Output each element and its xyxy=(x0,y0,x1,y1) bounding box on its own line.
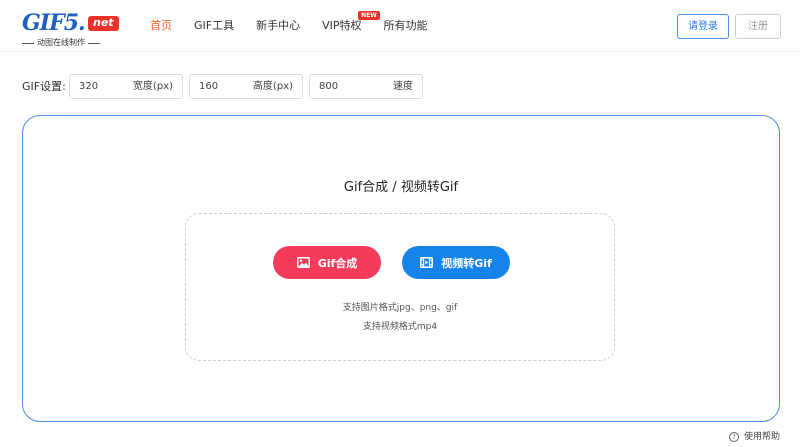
gif-compose-label: Gif合成 xyxy=(317,256,358,270)
logo-brand: GIF5. xyxy=(22,10,86,36)
video-to-gif-button[interactable]: 视频转Gif xyxy=(402,246,510,279)
new-badge: NEW xyxy=(358,11,380,20)
nav-item-home[interactable]: 首页 xyxy=(150,18,172,34)
site-logo[interactable]: GIF5. net 动图在线制作 xyxy=(22,11,122,47)
nav-item-gif-tools[interactable]: GIF工具 xyxy=(194,18,234,34)
width-value: 320 xyxy=(79,81,99,92)
height-unit-label: 高度(px) xyxy=(252,81,293,92)
login-button[interactable]: 请登录 xyxy=(677,14,729,39)
main-nav: 首页 GIF工具 新手中心 VIP特权 NEW 所有功能 xyxy=(150,11,450,34)
gif-settings-label: GIF设置: xyxy=(22,80,66,93)
image-icon xyxy=(296,257,310,268)
question-circle-icon: ? xyxy=(729,432,739,442)
logo-tagline: 动图在线制作 xyxy=(22,38,118,48)
main-card: Gif合成 / 视频转Gif Gif合成 视频转Gif 支持图片格式jpg、pn… xyxy=(22,115,780,422)
help-link[interactable]: ? 使用帮助 xyxy=(729,431,780,443)
nav-item-vip-label: VIP特权 xyxy=(322,19,362,32)
logo-tld: net xyxy=(88,16,119,31)
speed-value: 800 xyxy=(319,81,339,92)
register-button[interactable]: 注册 xyxy=(735,14,781,39)
width-input[interactable]: 320 宽度(px) xyxy=(69,74,183,99)
header: GIF5. net 动图在线制作 首页 GIF工具 新手中心 VIP特权 NEW… xyxy=(0,0,800,52)
help-label: 使用帮助 xyxy=(744,432,781,442)
video-to-gif-label: 视频转Gif xyxy=(441,256,492,270)
speed-input[interactable]: 800 速度 xyxy=(309,74,423,99)
upload-dropzone[interactable]: Gif合成 视频转Gif 支持图片格式jpg、png、gif 支持视频格式mp4 xyxy=(185,213,615,361)
height-input[interactable]: 160 高度(px) xyxy=(189,74,303,99)
nav-item-beginner-center[interactable]: 新手中心 xyxy=(256,18,300,34)
nav-item-all-features[interactable]: 所有功能 xyxy=(384,18,428,34)
nav-item-vip[interactable]: VIP特权 NEW xyxy=(322,11,380,34)
film-icon xyxy=(420,257,434,268)
gif-compose-button[interactable]: Gif合成 xyxy=(273,246,381,279)
supported-video-formats: 支持视频格式mp4 xyxy=(362,322,438,332)
page-title: Gif合成 / 视频转Gif xyxy=(343,180,459,195)
speed-unit-label: 速度 xyxy=(393,81,413,92)
supported-image-formats: 支持图片格式jpg、png、gif xyxy=(342,303,458,313)
width-unit-label: 宽度(px) xyxy=(132,81,173,92)
height-value: 160 xyxy=(199,81,219,92)
